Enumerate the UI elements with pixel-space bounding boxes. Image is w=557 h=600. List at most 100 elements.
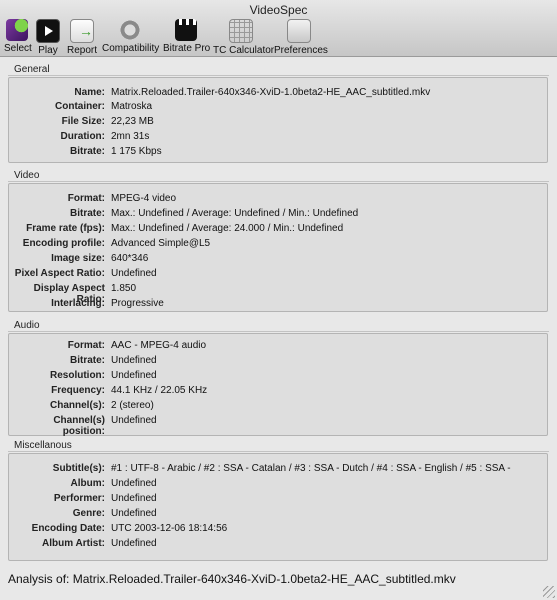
audio-bitrate-label: Bitrate: (69, 355, 105, 366)
play-icon (36, 19, 60, 43)
clapperboard-icon (175, 19, 197, 41)
audio-row-channel-position: Channel(s) position: Undefined (9, 415, 547, 437)
select-icon (6, 19, 28, 41)
video-format-label: Format: (67, 193, 105, 204)
toolbar: Select Play Report Compatibility Bitrate… (0, 19, 557, 56)
audio-row-frequency: Frequency: 44.1 KHz / 22.05 KHz (9, 385, 547, 400)
video-bitrate-label: Bitrate: (69, 208, 105, 219)
misc-row-album-artist: Album Artist: Undefined (9, 538, 547, 553)
tc-calculator-button[interactable]: TC Calculator (213, 19, 275, 56)
channels-label: Channel(s): (50, 400, 105, 411)
general-divider (8, 75, 549, 76)
report-icon (70, 19, 94, 43)
audio-divider (8, 331, 549, 332)
videospec-window: VideoSpec Select Play Report Compatibili… (0, 0, 557, 600)
title-bar: VideoSpec Select Play Report Compatibili… (0, 0, 557, 57)
file-size-label: File Size: (61, 116, 105, 127)
display-aspect-ratio-value: 1.850 (111, 283, 137, 294)
play-button[interactable]: Play (36, 19, 60, 56)
interlacing-label: Interlacing: (51, 298, 105, 309)
preferences-label: Preferences (274, 45, 328, 56)
misc-row-subtitles: Subtitle(s): #1 : UTF-8 - Arabic / #2 : … (9, 463, 547, 478)
duration-label: Duration: (60, 131, 105, 142)
container-label: Container: (55, 101, 105, 112)
album-artist-value: Undefined (111, 538, 157, 549)
frequency-label: Frequency: (51, 385, 105, 396)
video-row-par: Pixel Aspect Ratio: Undefined (9, 268, 547, 283)
name-value: Matrix.Reloaded.Trailer-640x346-XviD-1.0… (111, 87, 431, 98)
pixel-aspect-ratio-value: Undefined (111, 268, 157, 279)
subtitles-value: #1 : UTF-8 - Arabic / #2 : SSA - Catalan… (111, 463, 511, 474)
video-divider (8, 181, 549, 182)
video-bitrate-value: Max.: Undefined / Average: Undefined / M… (111, 208, 359, 219)
bitrate-value: 1 175 Kbps (111, 146, 162, 157)
album-artist-label: Album Artist: (42, 538, 105, 549)
encoding-date-label: Encoding Date: (31, 523, 105, 534)
misc-row-performer: Performer: Undefined (9, 493, 547, 508)
encoding-profile-value: Advanced Simple@L5 (111, 238, 211, 249)
audio-row-format: Format: AAC - MPEG-4 audio (9, 340, 547, 355)
misc-row-encoding-date: Encoding Date: UTC 2003-12-06 18:14:56 (9, 523, 547, 538)
audio-format-value: AAC - MPEG-4 audio (111, 340, 207, 351)
file-size-value: 22,23 MB (111, 116, 154, 127)
album-value: Undefined (111, 478, 157, 489)
compatibility-label: Compatibility (102, 43, 160, 54)
misc-divider (8, 451, 549, 452)
general-title: General (14, 64, 50, 75)
performer-value: Undefined (111, 493, 157, 504)
resolution-value: Undefined (111, 370, 157, 381)
image-size-value: 640*346 (111, 253, 149, 264)
genre-value: Undefined (111, 508, 157, 519)
general-row-name: Name: Matrix.Reloaded.Trailer-640x346-Xv… (9, 87, 547, 102)
resize-grip[interactable] (543, 586, 555, 598)
misc-row-genre: Genre: Undefined (9, 508, 547, 523)
bitrate-label: Bitrate: (69, 146, 105, 157)
audio-format-label: Format: (67, 340, 105, 351)
container-value: Matroska (111, 101, 153, 112)
tc-calculator-label: TC Calculator (213, 45, 275, 56)
audio-row-resolution: Resolution: Undefined (9, 370, 547, 385)
video-row-dar: Display Aspect Ratio: 1.850 (9, 283, 547, 305)
window-title: VideoSpec (249, 3, 308, 17)
subtitles-label: Subtitle(s): (52, 463, 105, 474)
select-label: Select (4, 43, 32, 54)
bitrate-pro-label: Bitrate Pro (163, 43, 211, 54)
audio-row-channels: Channel(s): 2 (stereo) (9, 400, 547, 415)
video-row-profile: Encoding profile: Advanced Simple@L5 (9, 238, 547, 253)
encoding-profile-label: Encoding profile: (22, 238, 105, 249)
select-button[interactable]: Select (4, 19, 32, 54)
channel-position-value: Undefined (111, 415, 157, 426)
audio-box: Format: AAC - MPEG-4 audio Bitrate: Unde… (8, 333, 548, 437)
compatibility-button[interactable]: Compatibility (102, 19, 160, 54)
album-label: Album: (70, 478, 105, 489)
bitrate-pro-button[interactable]: Bitrate Pro (163, 19, 211, 54)
report-label: Report (66, 45, 97, 56)
video-row-imagesize: Image size: 640*346 (9, 253, 547, 268)
audio-row-bitrate: Bitrate: Undefined (9, 355, 547, 370)
audio-title: Audio (14, 320, 40, 331)
video-row-framerate: Frame rate (fps): Max.: Undefined / Aver… (9, 223, 547, 238)
analysis-status: Analysis of: Matrix.Reloaded.Trailer-640… (8, 572, 456, 586)
name-label: Name: (74, 87, 105, 98)
general-box: Name: Matrix.Reloaded.Trailer-640x346-Xv… (8, 77, 548, 163)
channel-position-label: Channel(s) position: (53, 415, 105, 437)
video-title: Video (14, 170, 40, 181)
channels-value: 2 (stereo) (111, 400, 154, 411)
video-row-bitrate: Bitrate: Max.: Undefined / Average: Unde… (9, 208, 547, 223)
preferences-button[interactable]: Preferences (274, 19, 328, 56)
resolution-label: Resolution: (50, 370, 105, 381)
interlacing-value: Progressive (111, 298, 164, 309)
report-button[interactable]: Report (66, 19, 98, 56)
video-row-interlacing: Interlacing: Progressive (9, 298, 547, 313)
video-format-value: MPEG-4 video (111, 193, 177, 204)
performer-label: Performer: (53, 493, 105, 504)
frame-rate-label: Frame rate (fps): (26, 223, 105, 234)
calculator-icon (229, 19, 253, 43)
frame-rate-value: Max.: Undefined / Average: 24.000 / Min.… (111, 223, 344, 234)
general-row-duration: Duration: 2mn 31s (9, 131, 547, 146)
video-row-format: Format: MPEG-4 video (9, 193, 547, 208)
misc-box: Subtitle(s): #1 : UTF-8 - Arabic / #2 : … (8, 453, 548, 561)
preferences-icon (287, 19, 311, 43)
audio-bitrate-value: Undefined (111, 355, 157, 366)
play-label: Play (38, 45, 58, 56)
